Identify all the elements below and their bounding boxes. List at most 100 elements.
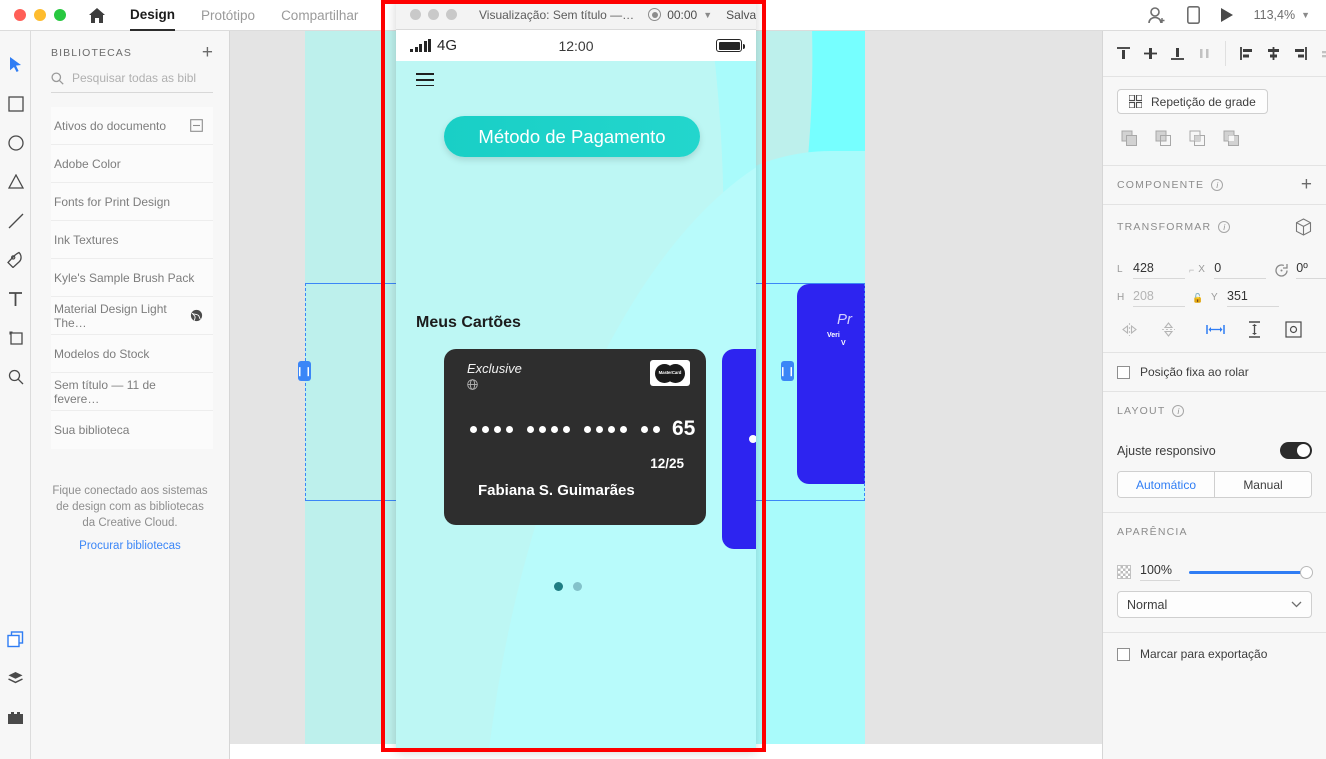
- search-input[interactable]: Pesquisar todas as bibl: [51, 71, 213, 93]
- union-icon[interactable]: [1117, 126, 1142, 151]
- responsive-resize-toggle[interactable]: [1280, 442, 1312, 459]
- opacity-value[interactable]: 100%: [1140, 563, 1180, 581]
- list-item[interactable]: Kyle's Sample Brush Pack: [51, 259, 213, 297]
- hamburger-menu-icon[interactable]: [416, 73, 434, 90]
- cube-icon[interactable]: [1295, 218, 1312, 236]
- main-tabs[interactable]: Design Protótipo Compartilhar: [130, 0, 358, 31]
- layout-mode-auto[interactable]: Automático: [1118, 472, 1214, 497]
- width-field[interactable]: L 428: [1117, 261, 1185, 279]
- height-field[interactable]: H 208: [1117, 289, 1185, 307]
- zoom-level[interactable]: 113,4%: [1254, 8, 1295, 22]
- intersect-icon[interactable]: [1185, 126, 1210, 151]
- distribute-horizontal-icon[interactable]: [1192, 41, 1217, 66]
- close-window-button[interactable]: [14, 9, 26, 21]
- tab-design[interactable]: Design: [130, 0, 176, 31]
- x-value[interactable]: 0: [1214, 261, 1267, 279]
- chevron-down-icon[interactable]: ▼: [703, 10, 712, 20]
- ellipse-tool[interactable]: [0, 123, 31, 162]
- resize-handle-right[interactable]: ❙❙: [779, 361, 795, 381]
- list-item[interactable]: Material Design Light The…: [51, 297, 213, 335]
- list-item[interactable]: Sem título — 11 de fevere…: [51, 373, 213, 411]
- add-component-icon[interactable]: +: [1301, 175, 1312, 194]
- artboard-blue-card[interactable]: Pr Veri V: [797, 284, 865, 484]
- fixed-position-checkbox[interactable]: [1117, 365, 1130, 379]
- preview-window-controls[interactable]: [396, 9, 457, 20]
- y-field[interactable]: Y 351: [1211, 289, 1279, 307]
- center-target-icon[interactable]: [1281, 317, 1306, 342]
- unlock-icon[interactable]: 🔓: [1189, 293, 1207, 304]
- lock-aspect-ratio[interactable]: ⌐: [1189, 265, 1194, 275]
- info-icon[interactable]: i: [1172, 405, 1185, 417]
- align-vertical-center-icon[interactable]: [1138, 41, 1163, 66]
- preview-saving-status[interactable]: Salvando… ▼: [726, 8, 756, 22]
- opacity-slider[interactable]: [1189, 565, 1313, 579]
- align-horizontal-center-icon[interactable]: [1261, 41, 1286, 66]
- maximize-window-button[interactable]: [54, 9, 66, 21]
- height-value[interactable]: 208: [1133, 289, 1185, 307]
- pagination-dot[interactable]: [573, 582, 582, 591]
- subtract-icon[interactable]: [1151, 126, 1176, 151]
- polygon-tool[interactable]: [0, 162, 31, 201]
- preview-window[interactable]: Visualização: Sem título —… 00:00 ▼ Salv…: [396, 0, 756, 752]
- resize-vertical-icon[interactable]: [1242, 317, 1267, 342]
- add-user-icon[interactable]: [1147, 6, 1167, 24]
- resize-handle-left[interactable]: ❙❙: [296, 361, 312, 381]
- layers-stack-icon[interactable]: [0, 620, 31, 659]
- blend-mode-select[interactable]: Normal: [1117, 591, 1312, 618]
- payment-method-button[interactable]: Método de Pagamento: [444, 116, 700, 157]
- resize-horizontal-icon[interactable]: [1203, 317, 1228, 342]
- preview-minimize-button[interactable]: [428, 9, 439, 20]
- exclude-icon[interactable]: [1219, 126, 1244, 151]
- mark-for-export-row[interactable]: Marcar para exportação: [1117, 647, 1312, 661]
- select-tool[interactable]: [0, 45, 31, 84]
- y-value[interactable]: 351: [1227, 289, 1279, 307]
- fixed-position-row[interactable]: Posição fixa ao rolar: [1103, 353, 1326, 392]
- pen-icon[interactable]: [0, 240, 31, 279]
- tab-compartilhar[interactable]: Compartilhar: [281, 0, 358, 31]
- info-icon[interactable]: i: [1218, 221, 1231, 233]
- align-right-icon[interactable]: [1288, 41, 1313, 66]
- flip-vertical-icon[interactable]: [1156, 317, 1181, 342]
- list-item[interactable]: Sua biblioteca: [51, 411, 213, 449]
- preview-maximize-button[interactable]: [446, 9, 457, 20]
- width-value[interactable]: 428: [1133, 261, 1185, 279]
- align-top-icon[interactable]: [1111, 41, 1136, 66]
- chevron-down-icon[interactable]: ▼: [1301, 10, 1310, 20]
- credit-card[interactable]: Exclusive MasterCard 65 12/25 Fabiana S.…: [444, 349, 706, 525]
- preview-screen[interactable]: Método de Pagamento Meus Cartões Exclusi…: [396, 61, 756, 752]
- plugin-icon[interactable]: [0, 698, 31, 737]
- list-item[interactable]: Ativos do documento: [51, 107, 213, 145]
- carousel-pagination[interactable]: [554, 582, 582, 591]
- list-item[interactable]: Modelos do Stock: [51, 335, 213, 373]
- magnifier-icon[interactable]: [0, 357, 31, 396]
- list-item[interactable]: Ink Textures: [51, 221, 213, 259]
- browse-libraries-link[interactable]: Procurar bibliotecas: [51, 538, 209, 554]
- secondary-blue-card[interactable]: [722, 349, 756, 549]
- plus-icon[interactable]: +: [202, 43, 213, 62]
- record-icon[interactable]: [648, 8, 662, 21]
- align-bottom-icon[interactable]: [1165, 41, 1190, 66]
- rotation-field[interactable]: 0º: [1274, 261, 1326, 279]
- line-tool[interactable]: [0, 201, 31, 240]
- layout-mode-segmented[interactable]: Automático Manual: [1117, 471, 1312, 498]
- align-left-icon[interactable]: [1234, 41, 1259, 66]
- flip-horizontal-icon[interactable]: [1117, 317, 1142, 342]
- artboard-tool[interactable]: [0, 318, 31, 357]
- layout-mode-manual[interactable]: Manual: [1214, 472, 1311, 497]
- list-item[interactable]: Fonts for Print Design: [51, 183, 213, 221]
- info-icon[interactable]: i: [1211, 179, 1224, 191]
- text-tool[interactable]: [0, 279, 31, 318]
- pagination-dot-active[interactable]: [554, 582, 563, 591]
- repeat-grid-button[interactable]: Repetição de grade: [1117, 89, 1268, 114]
- list-item[interactable]: Adobe Color: [51, 145, 213, 183]
- play-icon[interactable]: [1220, 7, 1234, 23]
- rotation-value[interactable]: 0º: [1296, 261, 1326, 279]
- minimize-window-button[interactable]: [34, 9, 46, 21]
- preview-record-controls[interactable]: 00:00 ▼: [648, 8, 712, 22]
- home-icon[interactable]: [88, 7, 106, 24]
- layers-icon[interactable]: [0, 659, 31, 698]
- mobile-device-icon[interactable]: [1186, 6, 1200, 24]
- rectangle-tool[interactable]: [0, 84, 31, 123]
- distribute-vertical-icon[interactable]: [1315, 41, 1326, 66]
- tab-prototipo[interactable]: Protótipo: [201, 0, 255, 31]
